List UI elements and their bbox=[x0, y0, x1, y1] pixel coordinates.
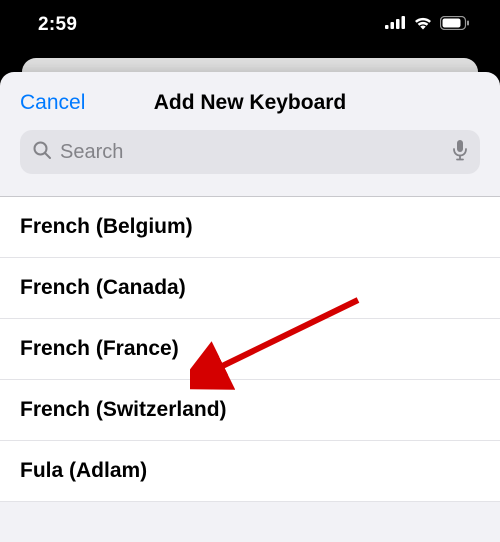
cellular-icon bbox=[385, 16, 406, 34]
search-container bbox=[0, 130, 500, 186]
list-item[interactable]: French (Belgium) bbox=[0, 197, 500, 258]
add-keyboard-modal: Cancel Add New Keyboard French (Belgium)… bbox=[0, 72, 500, 542]
wifi-icon bbox=[413, 16, 433, 35]
cancel-button[interactable]: Cancel bbox=[20, 91, 85, 115]
status-bar: 2:59 bbox=[0, 0, 500, 58]
page-title: Add New Keyboard bbox=[154, 91, 347, 115]
status-time: 2:59 bbox=[38, 14, 77, 36]
list-item[interactable]: French (France) bbox=[0, 319, 500, 380]
modal-header: Cancel Add New Keyboard bbox=[0, 72, 500, 130]
list-item[interactable]: French (Canada) bbox=[0, 258, 500, 319]
keyboard-name: French (France) bbox=[20, 337, 179, 360]
search-input[interactable] bbox=[60, 141, 444, 164]
search-bar[interactable] bbox=[20, 130, 480, 174]
keyboard-name: Fula (Adlam) bbox=[20, 459, 147, 482]
mic-icon[interactable] bbox=[452, 139, 468, 166]
keyboard-name: French (Belgium) bbox=[20, 215, 193, 238]
keyboard-name: French (Switzerland) bbox=[20, 398, 227, 421]
keyboard-list: French (Belgium) French (Canada) French … bbox=[0, 197, 500, 502]
keyboard-name: French (Canada) bbox=[20, 276, 186, 299]
list-item[interactable]: Fula (Adlam) bbox=[0, 441, 500, 502]
search-icon bbox=[32, 140, 52, 165]
list-item[interactable]: French (Switzerland) bbox=[0, 380, 500, 441]
battery-icon bbox=[440, 16, 470, 35]
status-icons bbox=[385, 16, 470, 35]
